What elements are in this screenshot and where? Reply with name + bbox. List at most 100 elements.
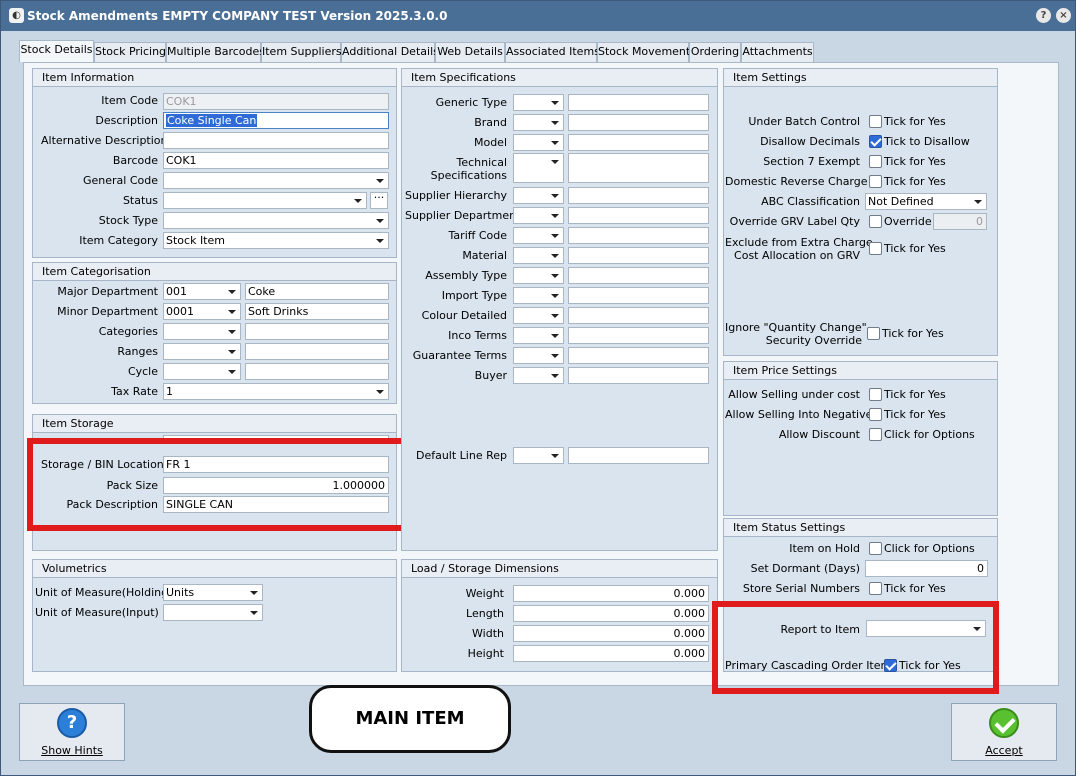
spec-inco-terms-field[interactable] [568,327,709,344]
minor-department-dropdown[interactable]: 0001 [163,303,241,320]
spec-technical-field[interactable] [568,153,709,183]
allow-discount-checkbox[interactable] [869,428,882,441]
item-specifications-title: Item Specifications [402,69,717,87]
set-dormant-label: Set Dormant (Days) [750,562,860,575]
show-hints-button[interactable]: ? Show Hints [19,703,125,761]
serial-numbers-checkbox[interactable] [869,582,882,595]
item-category-dropdown[interactable]: Stock Item [163,232,389,249]
stock-type-dropdown[interactable] [163,212,389,229]
default-line-rep-dropdown[interactable] [513,447,564,464]
abc-dropdown[interactable]: Not Defined [865,193,987,210]
spec-generic-type-dropdown[interactable] [513,94,564,111]
ignore-checkbox[interactable] [867,327,880,340]
spec-supplier-hierarchy-dropdown[interactable] [513,187,564,204]
tab-associated-items[interactable]: Associated Items [505,42,600,62]
spec-colour-detailed-field[interactable] [568,307,709,324]
disallow-decimals-checkbox[interactable] [869,135,882,148]
categories-name[interactable] [245,323,389,340]
cycle-dropdown[interactable] [163,363,241,380]
help-icon[interactable]: ? [1036,8,1051,23]
exclude-checkbox[interactable] [869,242,882,255]
spec-buyer-dropdown[interactable] [513,367,564,384]
under-batch-checkbox[interactable] [869,115,882,128]
spec-inco-terms-label: Inco Terms [448,329,507,342]
length-label: Length [466,607,504,620]
spec-model-field[interactable] [568,134,709,151]
tab-stock-details[interactable]: Stock Details [19,40,94,62]
barcode-field[interactable]: COK1 [163,152,389,169]
default-line-rep-field[interactable] [568,447,709,464]
section7-checkbox[interactable] [869,155,882,168]
status-label: Status [122,194,158,207]
allow-discount-label: Allow Discount [778,428,860,441]
item-category-value: Stock Item [166,234,225,247]
accept-button[interactable]: Accept [951,703,1057,761]
spec-inco-terms-dropdown[interactable] [513,327,564,344]
tax-rate-dropdown[interactable]: 1 [163,383,389,400]
description-field[interactable]: Coke Single Can [163,112,389,129]
spec-model-dropdown[interactable] [513,134,564,151]
height-field[interactable]: 0.000 [513,645,709,662]
spec-supplier-hierarchy-field[interactable] [568,187,709,204]
uom-holding-dropdown[interactable]: Units [163,584,263,601]
tab-item-suppliers[interactable]: Item Suppliers [261,42,342,62]
general-code-dropdown[interactable] [163,172,389,189]
alt-description-field[interactable] [163,132,389,149]
ranges-label: Ranges [117,345,158,358]
spec-import-type-field[interactable] [568,287,709,304]
status-more-button[interactable]: ··· [370,192,388,209]
spec-supplier-department-field[interactable] [568,207,709,224]
abc-value: Not Defined [868,195,934,208]
ranges-dropdown[interactable] [163,343,241,360]
width-field[interactable]: 0.000 [513,625,709,642]
spec-supplier-department-dropdown[interactable] [513,207,564,224]
status-dropdown[interactable] [163,192,367,209]
ranges-name[interactable] [245,343,389,360]
load-storage-title: Load / Storage Dimensions [402,560,717,578]
minor-department-name[interactable]: Soft Drinks [245,303,389,320]
spec-tariff-code-field[interactable] [568,227,709,244]
spec-import-type-dropdown[interactable] [513,287,564,304]
spec-buyer-field[interactable] [568,367,709,384]
spec-generic-type-field[interactable] [568,94,709,111]
tab-ordering[interactable]: Ordering [689,42,741,62]
tab-attachments[interactable]: Attachments [741,42,814,62]
uom-input-dropdown[interactable] [163,604,263,621]
tab-stock-pricing[interactable]: Stock Pricing [94,42,166,62]
chevron-down-icon [547,115,563,130]
spec-assembly-type-field[interactable] [568,267,709,284]
spec-assembly-type-dropdown[interactable] [513,267,564,284]
spec-tariff-code-dropdown[interactable] [513,227,564,244]
domestic-reverse-checkbox[interactable] [869,175,882,188]
close-icon[interactable]: × [1056,8,1071,23]
allow-under-cost-checkbox[interactable] [869,388,882,401]
length-field[interactable]: 0.000 [513,605,709,622]
spec-guarantee-terms-field[interactable] [568,347,709,364]
allow-negative-checkbox[interactable] [869,408,882,421]
spec-material-field[interactable] [568,247,709,264]
tab-stock-movement[interactable]: Stock Movement [597,42,690,62]
height-label: Height [467,647,504,660]
spec-colour-detailed-dropdown[interactable] [513,307,564,324]
volumetrics-title: Volumetrics [33,560,396,578]
tab-multiple-barcodes[interactable]: Multiple Barcodes [166,42,265,62]
item-on-hold-checkbox[interactable] [869,542,882,555]
override-grv-field[interactable]: 0 [933,213,987,230]
spec-brand-dropdown[interactable] [513,114,564,131]
spec-material-dropdown[interactable] [513,247,564,264]
chevron-down-icon [547,208,563,223]
disallow-decimals-label: Disallow Decimals [760,135,860,148]
spec-guarantee-terms-dropdown[interactable] [513,347,564,364]
section7-label: Section 7 Exempt [763,155,860,168]
spec-technical-dropdown[interactable] [513,153,564,183]
major-department-name[interactable]: Coke [245,283,389,300]
cycle-name[interactable] [245,363,389,380]
set-dormant-field[interactable]: 0 [865,560,988,577]
weight-field[interactable]: 0.000 [513,585,709,602]
override-grv-checkbox[interactable] [869,215,882,228]
spec-brand-field[interactable] [568,114,709,131]
tab-web-details[interactable]: Web Details [435,42,505,62]
categories-dropdown[interactable] [163,323,241,340]
major-department-dropdown[interactable]: 001 [163,283,241,300]
tab-additional-details[interactable]: Additional Details [341,42,439,62]
